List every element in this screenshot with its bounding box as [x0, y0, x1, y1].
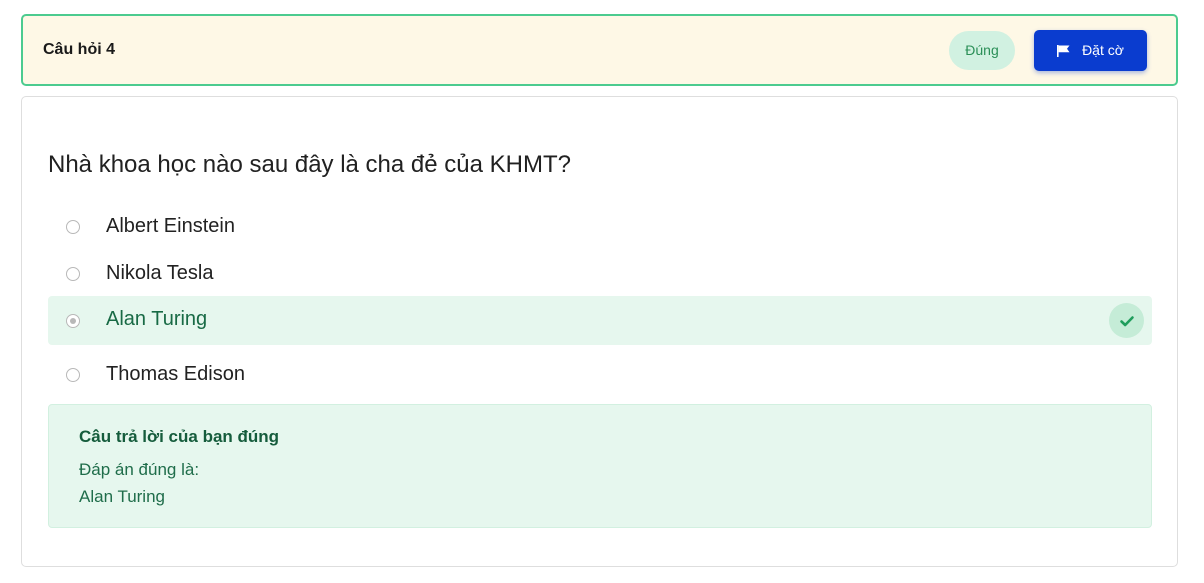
- answer-option-label: Alan Turing: [106, 308, 208, 330]
- question-number: Câu hỏi 4: [43, 41, 116, 58]
- question-header: Câu hỏi 4 Đúng Đặt cờ: [21, 14, 1178, 86]
- answer-option-correct[interactable]: Alan Turing: [48, 296, 1152, 345]
- check-icon: [1109, 303, 1144, 338]
- flag-icon: [1057, 44, 1070, 57]
- feedback-title: Câu trả lời của bạn đúng: [79, 427, 280, 446]
- answer-option-label: Albert Einstein: [106, 215, 235, 237]
- correct-answer-label: Đáp án đúng là:: [79, 460, 200, 479]
- status-badge: Đúng: [949, 31, 1015, 70]
- flag-button-label: Đặt cờ: [1082, 42, 1124, 58]
- answer-option[interactable]: Albert Einstein: [48, 202, 1152, 251]
- flag-question-button[interactable]: Đặt cờ: [1034, 30, 1147, 71]
- answer-option-label: Thomas Edison: [106, 363, 245, 385]
- question-text: Nhà khoa học nào sau đây là cha đẻ của K…: [48, 151, 571, 178]
- answer-option-label: Nikola Tesla: [106, 262, 214, 284]
- correct-answer-value: Alan Turing: [79, 487, 165, 506]
- radio-icon[interactable]: [66, 220, 80, 234]
- radio-icon[interactable]: [66, 267, 80, 281]
- radio-icon[interactable]: [66, 368, 80, 382]
- answer-option[interactable]: Thomas Edison: [48, 350, 1152, 399]
- question-body: Nhà khoa học nào sau đây là cha đẻ của K…: [21, 96, 1178, 567]
- answer-option[interactable]: Nikola Tesla: [48, 249, 1152, 298]
- feedback-box: Câu trả lời của bạn đúng Đáp án đúng là:…: [48, 404, 1152, 528]
- radio-icon[interactable]: [66, 314, 80, 328]
